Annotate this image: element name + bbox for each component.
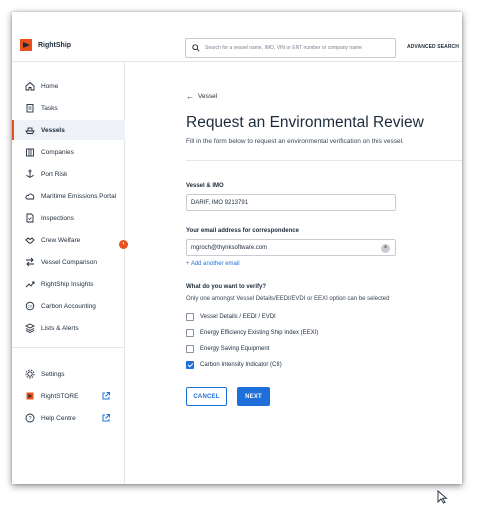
- trend-icon: [25, 281, 35, 288]
- sidebar-item-label: Settings: [41, 370, 65, 378]
- next-button[interactable]: NEXT: [237, 387, 270, 406]
- home-icon: [25, 81, 35, 91]
- sidebar-item-label: Vessels: [41, 126, 65, 134]
- external-link-icon: [102, 414, 110, 422]
- option-label: Vessel Details / EEDI / EVDI: [200, 314, 276, 320]
- main-content: ← Vessel Request an Environmental Review…: [126, 62, 462, 484]
- sidebar-item-crew-welfare[interactable]: Crew Welfare: [12, 230, 125, 250]
- top-bar: RightShip Search for a vessel name, IMO,…: [12, 12, 462, 62]
- add-email-link[interactable]: + Add another email: [186, 261, 240, 267]
- sidebar-item-companies[interactable]: Companies: [12, 142, 125, 162]
- option-eexi[interactable]: Energy Efficiency Existing Ship Index (E…: [186, 329, 318, 337]
- sidebar-item-vessel-comparison[interactable]: Vessel Comparison: [12, 252, 125, 272]
- search-placeholder: Search for a vessel name, IMO, VIN or EN…: [205, 45, 362, 51]
- compare-icon: [26, 257, 34, 267]
- sidebar-item-rightstore[interactable]: RightSTORE: [12, 386, 125, 406]
- sidebar-item-label: Maritime Emissions Portal: [41, 192, 117, 200]
- sidebar-item-label: Vessel Comparison: [41, 258, 97, 266]
- cancel-button[interactable]: CANCEL: [186, 387, 227, 406]
- sidebar-item-label: Home: [41, 82, 59, 90]
- sidebar-item-help-centre[interactable]: ? Help Centre: [12, 408, 125, 428]
- sidebar-item-carbon-accounting[interactable]: CO Carbon Accounting: [12, 296, 125, 316]
- checkbox[interactable]: [186, 345, 194, 353]
- verify-hint: Only one amongst Vessel Details/EEDI/EVD…: [186, 296, 390, 302]
- back-link[interactable]: ← Vessel: [186, 92, 217, 101]
- document-icon: [26, 213, 34, 223]
- sidebar-item-label: Help Centre: [41, 414, 76, 422]
- sidebar-item-rightship-insights[interactable]: RightShip Insights: [12, 274, 125, 294]
- sidebar: Home Tasks Vessels Companies Port Risk M…: [12, 62, 125, 484]
- gear-icon: [25, 369, 35, 379]
- brand[interactable]: RightShip: [20, 39, 71, 51]
- option-energy-saving[interactable]: Energy Saving Equipment: [186, 345, 269, 353]
- brand-name: RightShip: [38, 41, 72, 49]
- option-cii[interactable]: Carbon Intensity Indicator (CII): [186, 361, 282, 369]
- sidebar-item-vessels[interactable]: Vessels: [12, 120, 125, 140]
- sidebar-item-label: Tasks: [41, 104, 58, 112]
- ship-icon: [25, 127, 35, 134]
- checkbox[interactable]: [186, 313, 194, 321]
- sidebar-item-lists-alerts[interactable]: Lists & Alerts: [12, 318, 125, 338]
- sidebar-item-label: Companies: [41, 148, 74, 156]
- option-label: Carbon Intensity Indicator (CII): [200, 362, 282, 368]
- search-icon: [192, 44, 200, 52]
- option-label: Energy Saving Equipment: [200, 346, 270, 352]
- vessel-imo-field[interactable]: DARIF, IMO 9213791: [186, 194, 396, 211]
- rightship-logo: [20, 39, 32, 51]
- clipboard-icon: [26, 104, 34, 113]
- store-icon: [26, 392, 34, 400]
- carbon-icon: CO: [25, 301, 35, 311]
- section-divider: [186, 160, 462, 161]
- vessel-imo-value: DARIF, IMO 9213791: [191, 199, 249, 206]
- arrow-left-icon: ←: [186, 92, 194, 101]
- sidebar-item-maritime-emissions[interactable]: Maritime Emissions Portal: [12, 186, 125, 206]
- option-label: Energy Efficiency Existing Ship Index (E…: [200, 330, 319, 336]
- verify-label: What do you want to verify?: [186, 284, 267, 290]
- sidebar-item-port-risk[interactable]: Port Risk: [12, 164, 125, 184]
- layers-icon: [25, 323, 35, 333]
- help-icon: ?: [25, 413, 35, 423]
- sidebar-divider: [12, 347, 125, 348]
- sidebar-item-label: RightShip Insights: [41, 280, 94, 288]
- svg-text:CO: CO: [28, 304, 33, 308]
- email-label: Your email address for correspondence: [186, 228, 299, 234]
- cloud-icon: [25, 193, 35, 200]
- email-value: mgroch@thynksoftware.com: [191, 244, 268, 251]
- app-window: RightShip Search for a vessel name, IMO,…: [12, 12, 462, 484]
- clear-icon[interactable]: ×: [381, 244, 390, 253]
- sidebar-item-label: Port Risk: [41, 170, 68, 178]
- sidebar-item-home[interactable]: Home: [12, 76, 125, 96]
- sidebar-item-inspections[interactable]: Inspections: [12, 208, 125, 228]
- sidebar-item-label: Inspections: [41, 214, 74, 222]
- email-field[interactable]: mgroch@thynksoftware.com ×: [186, 239, 396, 256]
- sidebar-item-label: Crew Welfare: [41, 236, 81, 244]
- sidebar-item-label: Lists & Alerts: [41, 324, 79, 332]
- page-subtitle: Fill in the form below to request an env…: [186, 138, 404, 145]
- advanced-search-link[interactable]: ADVANCED SEARCH: [407, 44, 459, 50]
- svg-text:?: ?: [28, 416, 31, 422]
- checkbox[interactable]: [186, 329, 194, 337]
- sidebar-item-label: RightSTORE: [41, 392, 79, 400]
- vessel-label: Vessel & IMO: [186, 183, 224, 189]
- sidebar-item-tasks[interactable]: Tasks: [12, 98, 125, 118]
- building-icon: [26, 148, 34, 157]
- page-title: Request an Environmental Review: [186, 114, 424, 131]
- back-label: Vessel: [198, 93, 218, 100]
- mouse-cursor-icon: [437, 490, 448, 504]
- checkbox-checked[interactable]: [186, 361, 194, 369]
- option-vessel-details[interactable]: Vessel Details / EEDI / EVDI: [186, 313, 276, 321]
- anchor-icon: [26, 169, 34, 178]
- external-link-icon: [102, 392, 110, 400]
- search-input[interactable]: Search for a vessel name, IMO, VIN or EN…: [185, 38, 396, 58]
- sidebar-item-label: Carbon Accounting: [41, 302, 96, 310]
- sidebar-item-settings[interactable]: Settings: [12, 364, 125, 384]
- handshake-icon: [25, 237, 35, 244]
